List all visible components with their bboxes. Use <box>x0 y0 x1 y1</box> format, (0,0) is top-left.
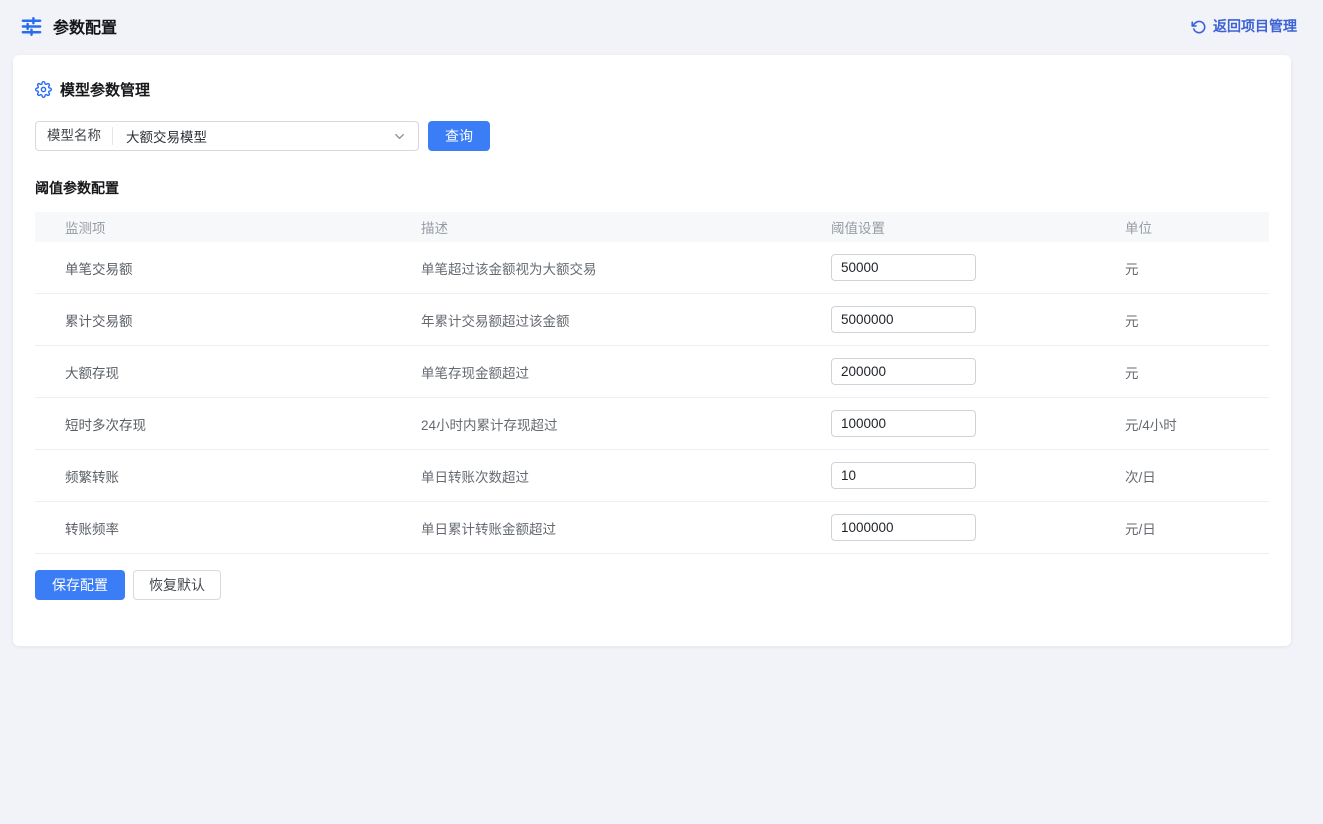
table-row: 转账频率 单日累计转账金额超过 元/日 <box>35 502 1269 554</box>
row-monitor-item: 短时多次存现 <box>35 414 421 434</box>
row-monitor-item: 单笔交易额 <box>35 258 421 278</box>
chevron-down-icon <box>392 129 418 144</box>
row-description: 年累计交易额超过该金额 <box>421 310 831 330</box>
threshold-table: 监测项 描述 阈值设置 单位 单笔交易额 单笔超过该金额视为大额交易 元 累计交… <box>35 212 1269 554</box>
header-monitor-item: 监测项 <box>35 217 421 237</box>
threshold-input[interactable] <box>831 358 976 385</box>
table-header-row: 监测项 描述 阈值设置 单位 <box>35 212 1269 242</box>
table-body: 单笔交易额 单笔超过该金额视为大额交易 元 累计交易额 年累计交易额超过该金额 … <box>35 242 1269 554</box>
table-row: 大额存现 单笔存现金额超过 元 <box>35 346 1269 398</box>
row-threshold-cell <box>831 410 1115 437</box>
row-monitor-item: 频繁转账 <box>35 466 421 486</box>
threshold-input[interactable] <box>831 514 976 541</box>
back-link-label: 返回项目管理 <box>1213 16 1297 36</box>
topbar: 参数配置 返回项目管理 <box>0 0 1323 52</box>
row-unit: 元 <box>1115 258 1269 278</box>
row-monitor-item: 转账频率 <box>35 518 421 538</box>
row-unit: 元 <box>1115 362 1269 382</box>
row-description: 单日转账次数超过 <box>421 466 831 486</box>
model-params-card: 模型参数管理 模型名称 大额交易模型 查询 阈值参数配置 监测项 描述 阈值设置… <box>13 55 1291 646</box>
row-description: 单笔存现金额超过 <box>421 362 831 382</box>
row-unit: 元/日 <box>1115 518 1269 538</box>
threshold-input[interactable] <box>831 410 976 437</box>
gear-icon <box>35 81 52 98</box>
row-unit: 元 <box>1115 310 1269 330</box>
row-threshold-cell <box>831 358 1115 385</box>
row-monitor-item: 累计交易额 <box>35 310 421 330</box>
threshold-section-title: 阈值参数配置 <box>35 178 1269 198</box>
table-row: 累计交易额 年累计交易额超过该金额 元 <box>35 294 1269 346</box>
row-description: 24小时内累计存现超过 <box>421 414 831 434</box>
sliders-icon <box>20 15 43 38</box>
row-unit: 次/日 <box>1115 466 1269 486</box>
table-row: 短时多次存现 24小时内累计存现超过 元/4小时 <box>35 398 1269 450</box>
restore-default-button[interactable]: 恢复默认 <box>133 570 221 600</box>
table-row: 单笔交易额 单笔超过该金额视为大额交易 元 <box>35 242 1269 294</box>
header-threshold: 阈值设置 <box>831 217 1115 237</box>
threshold-input[interactable] <box>831 306 976 333</box>
table-row: 频繁转账 单日转账次数超过 次/日 <box>35 450 1269 502</box>
page-title: 参数配置 <box>53 14 117 38</box>
model-name-label: 模型名称 <box>36 127 113 145</box>
row-description: 单日累计转账金额超过 <box>421 518 831 538</box>
threshold-input[interactable] <box>831 254 976 281</box>
header-description: 描述 <box>421 217 831 237</box>
row-description: 单笔超过该金额视为大额交易 <box>421 258 831 278</box>
row-threshold-cell <box>831 514 1115 541</box>
header-unit: 单位 <box>1115 217 1269 237</box>
query-button[interactable]: 查询 <box>428 121 490 151</box>
model-name-value: 大额交易模型 <box>113 126 392 146</box>
row-threshold-cell <box>831 462 1115 489</box>
row-threshold-cell <box>831 306 1115 333</box>
row-monitor-item: 大额存现 <box>35 362 421 382</box>
save-config-button[interactable]: 保存配置 <box>35 570 125 600</box>
row-unit: 元/4小时 <box>1115 414 1269 434</box>
threshold-input[interactable] <box>831 462 976 489</box>
undo-arrow-icon <box>1191 19 1206 34</box>
row-threshold-cell <box>831 254 1115 281</box>
card-title: 模型参数管理 <box>60 79 150 100</box>
model-name-select[interactable]: 模型名称 大额交易模型 <box>35 121 419 151</box>
back-to-project-link[interactable]: 返回项目管理 <box>1191 16 1297 36</box>
